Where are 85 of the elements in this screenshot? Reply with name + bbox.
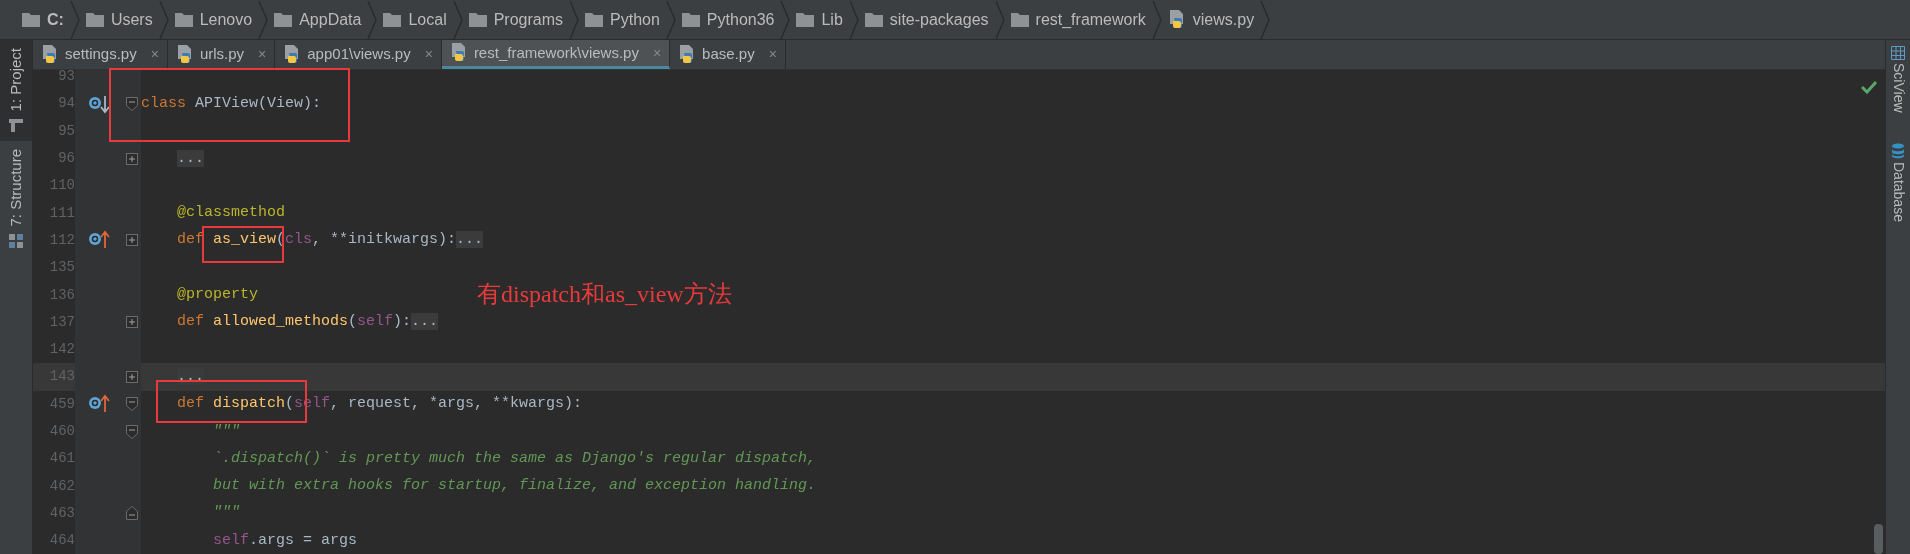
folder-icon [274, 12, 293, 27]
collapse-fold-icon[interactable] [126, 96, 138, 111]
expand-fold-icon[interactable] [126, 234, 138, 247]
code-line: def as_view(cls, **initkwargs):... [177, 230, 484, 251]
override-up-icon[interactable] [88, 230, 110, 251]
breadcrumb-item[interactable]: Local [408, 7, 447, 32]
collapse-fold-icon[interactable] [126, 397, 138, 412]
folder-icon [22, 12, 40, 27]
breadcrumb-item[interactable]: Users [110, 7, 153, 32]
code-line: """ [213, 503, 240, 524]
override-down-icon[interactable] [88, 93, 110, 114]
code-line: """ [213, 421, 240, 442]
python-file-icon [449, 43, 468, 63]
code-line: @property [177, 285, 258, 305]
breadcrumb-item[interactable]: site-packages [889, 7, 989, 32]
line-number: 111 [48, 203, 75, 223]
breadcrumb-item[interactable]: AppData [299, 7, 362, 32]
folder-icon [174, 12, 193, 27]
close-icon[interactable]: × [424, 44, 433, 65]
python-file-icon [175, 44, 194, 65]
line-number: 93 [57, 70, 75, 87]
tool-window-tab[interactable]: 7: Structure [0, 141, 32, 257]
line-number: 96 [57, 149, 75, 169]
breadcrumb-item[interactable]: Python36 [706, 7, 775, 32]
expand-fold-icon[interactable] [126, 152, 138, 165]
line-number: 462 [48, 476, 75, 496]
editor-tab[interactable]: urls.py × [167, 40, 276, 69]
breadcrumb-item[interactable]: C: [47, 7, 64, 32]
code-line: `.dispatch()` is pretty much the same as Django's regular dispatch, [213, 448, 817, 469]
folder-icon [681, 12, 700, 27]
editor-tab[interactable]: base.py × [670, 40, 786, 69]
folder-icon [585, 12, 604, 27]
line-number: 463 [48, 503, 75, 523]
line-number: 142 [48, 340, 75, 360]
line-number: 110 [48, 176, 75, 196]
collapse-fold-icon[interactable] [126, 424, 138, 439]
code-line: but with extra hooks for startup, finalize, and exception handling. [213, 476, 817, 497]
line-number: 112 [48, 230, 75, 250]
code-line: @classmethod [177, 203, 286, 224]
breadcrumb-item[interactable]: Python [610, 7, 660, 32]
override-up-icon[interactable] [88, 394, 110, 415]
database-icon [1891, 142, 1905, 159]
breadcrumb-item[interactable]: Lib [821, 7, 843, 32]
folder-tree-icon [8, 117, 24, 134]
line-number: 136 [48, 285, 75, 305]
python-file-icon [41, 44, 59, 65]
check-icon [1861, 80, 1877, 94]
grid-icon [1891, 46, 1905, 60]
structure-icon [8, 232, 24, 249]
line-number: 135 [48, 258, 75, 278]
line-number: 459 [48, 394, 75, 414]
line-number: 95 [57, 121, 75, 141]
line-number: 137 [48, 312, 75, 332]
folder-icon [85, 12, 104, 27]
folder-icon [468, 12, 487, 27]
line-number: 94 [57, 94, 75, 114]
editor-tab[interactable]: rest_framework\views.py × [441, 40, 671, 69]
tool-window-tab[interactable]: Database [1887, 142, 1909, 222]
line-number: 464 [48, 531, 75, 551]
close-icon[interactable]: × [768, 44, 777, 65]
expand-fold-icon[interactable] [126, 370, 138, 383]
folder-icon [383, 12, 402, 27]
code-line: def allowed_methods(self):... [177, 312, 439, 333]
folder-icon [1010, 12, 1029, 27]
line-number: 460 [48, 422, 75, 441]
tool-window-tab[interactable]: 1: Project [0, 40, 32, 142]
breadcrumb-item[interactable]: rest_framework [1035, 7, 1146, 32]
close-icon[interactable]: × [258, 44, 267, 65]
code-line: class APIView(View): [141, 93, 322, 114]
editor-tab[interactable]: app01\views.py × [275, 40, 442, 69]
breadcrumb-item[interactable]: Lenovo [199, 7, 253, 32]
breadcrumb-item[interactable]: Programs [493, 7, 564, 32]
folder-icon [796, 12, 815, 27]
scrollbar-thumb [1874, 524, 1883, 554]
python-file-icon [1167, 9, 1186, 30]
code-line: self.args = args [213, 530, 358, 551]
annotation-note: 有dispatch和as_view方法 [477, 280, 732, 309]
editor-tab[interactable]: settings.py × [33, 40, 168, 69]
tool-window-tab[interactable]: SciView [1887, 46, 1909, 113]
line-number: 461 [48, 449, 75, 469]
breadcrumb-item[interactable]: views.py [1192, 7, 1255, 32]
expand-fold-icon[interactable] [126, 316, 138, 329]
collapse-fold-icon[interactable] [126, 506, 138, 521]
folder-icon [864, 12, 883, 27]
close-icon[interactable]: × [150, 44, 159, 65]
